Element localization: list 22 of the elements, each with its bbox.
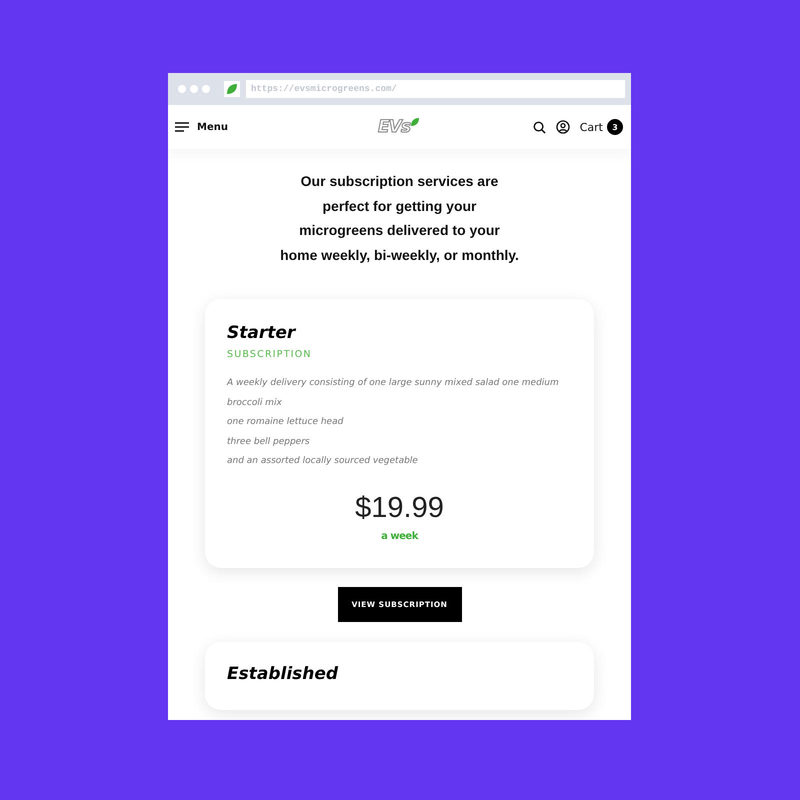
description-line: one romaine lettuce head [227, 416, 344, 429]
logo[interactable]: EVs [378, 117, 420, 137]
menu-icon[interactable] [175, 122, 189, 132]
description-line: and an assorted locally sourced vegetable [227, 455, 419, 468]
menu-label[interactable]: Menu [197, 122, 228, 132]
window-dot [178, 85, 186, 93]
description-line: broccoli mix [227, 396, 283, 410]
window-dot [202, 85, 210, 93]
window-dot [190, 85, 198, 93]
account-icon[interactable] [556, 120, 570, 134]
description-line: A weekly delivery consisting of one large sunny mixed salad one medium [227, 377, 560, 390]
cart-count-badge: 3 [606, 119, 623, 135]
plan-subtitle: SUBSCRIPTION [227, 349, 313, 360]
cart-link[interactable]: Cart [580, 120, 603, 134]
search-icon[interactable] [532, 120, 546, 134]
leaf-icon [224, 81, 240, 97]
intro-text: Our subscription services are perfect for getting your microgreens delivered to your home weekly, bi-weekly, or monthly. [280, 172, 520, 265]
plan-title: Starter [227, 323, 298, 343]
price-period: a week [380, 530, 420, 542]
description-line: three bell peppers [227, 436, 311, 448]
plan-price: $19.99 [354, 492, 445, 524]
plan-title: Established [227, 664, 340, 684]
